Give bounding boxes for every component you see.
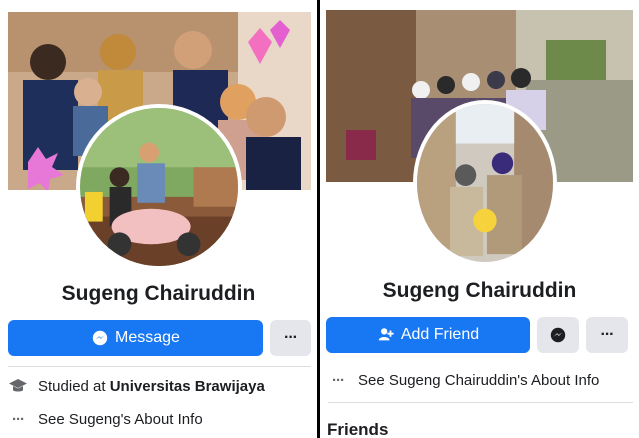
about-info-label: See Sugeng Chairuddin's About Info — [358, 371, 600, 389]
friends-section-title: Friends — [327, 420, 389, 438]
ellipsis-icon: ··· — [12, 410, 25, 428]
profile-panel-left: Sugeng Chairuddin Message ··· Studied at… — [0, 0, 317, 438]
about-info-label: See Sugeng's About Info — [38, 410, 203, 428]
about-info-link[interactable]: ··· See Sugeng's About Info — [8, 409, 311, 429]
more-options-button[interactable]: ··· — [586, 317, 628, 353]
ellipsis-icon: ··· — [284, 329, 298, 346]
education-row: Studied at Universitas Brawijaya — [8, 376, 311, 396]
about-info-link[interactable]: ··· See Sugeng Chairuddin's About Info — [328, 370, 633, 390]
ellipsis-icon: ··· — [332, 371, 345, 389]
profile-picture[interactable] — [413, 100, 557, 266]
message-button[interactable]: Message — [8, 320, 263, 356]
message-label: Message — [115, 329, 180, 346]
graduation-cap-icon — [8, 376, 28, 396]
education-school[interactable]: Universitas Brawijaya — [110, 378, 265, 395]
ellipsis-icon: ··· — [600, 326, 615, 343]
education-prefix: Studied at — [38, 377, 110, 395]
divider — [8, 366, 311, 367]
profile-name: Sugeng Chairuddin — [61, 282, 256, 305]
more-options-button[interactable]: ··· — [270, 320, 311, 356]
add-friend-label: Add Friend — [400, 326, 480, 343]
divider — [328, 402, 633, 403]
messenger-icon — [549, 326, 567, 344]
profile-panel-right: Sugeng Chairuddin Add Friend ··· ··· See… — [320, 0, 639, 438]
add-friend-icon — [377, 326, 395, 344]
messenger-icon — [91, 329, 109, 347]
profile-name: Sugeng Chairuddin — [382, 279, 577, 302]
profile-picture[interactable] — [76, 104, 242, 270]
message-button[interactable] — [537, 317, 579, 353]
add-friend-button[interactable]: Add Friend — [326, 317, 530, 353]
